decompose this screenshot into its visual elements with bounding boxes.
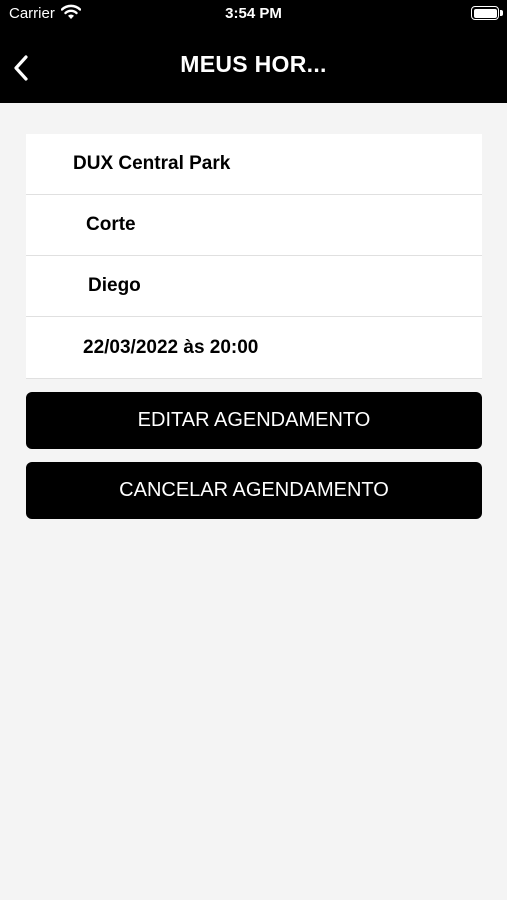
professional-row: Diego: [26, 256, 482, 317]
status-bar: Carrier 3:54 PM: [0, 0, 507, 28]
appointment-card: DUX Central Park Corte Diego 22/03/2022 …: [26, 134, 482, 379]
status-time: 3:54 PM: [225, 5, 282, 22]
app-header: Carrier 3:54 PM MEUS HOR...: [0, 0, 507, 103]
cancel-appointment-button[interactable]: CANCELAR AGENDAMENTO: [26, 462, 482, 519]
location-row: DUX Central Park: [26, 134, 482, 195]
datetime-row: 22/03/2022 às 20:00: [26, 318, 482, 379]
battery-icon: [471, 6, 499, 20]
datetime-label: 22/03/2022 às 20:00: [83, 337, 259, 358]
page-title: MEUS HOR...: [180, 51, 327, 77]
service-label: Corte: [86, 214, 136, 235]
service-row: Corte: [26, 195, 482, 256]
battery-fill: [473, 8, 497, 18]
location-label: DUX Central Park: [73, 153, 231, 174]
edit-appointment-button[interactable]: EDITAR AGENDAMENTO: [26, 392, 482, 449]
professional-label: Diego: [88, 275, 141, 296]
battery-tip: [500, 10, 503, 16]
